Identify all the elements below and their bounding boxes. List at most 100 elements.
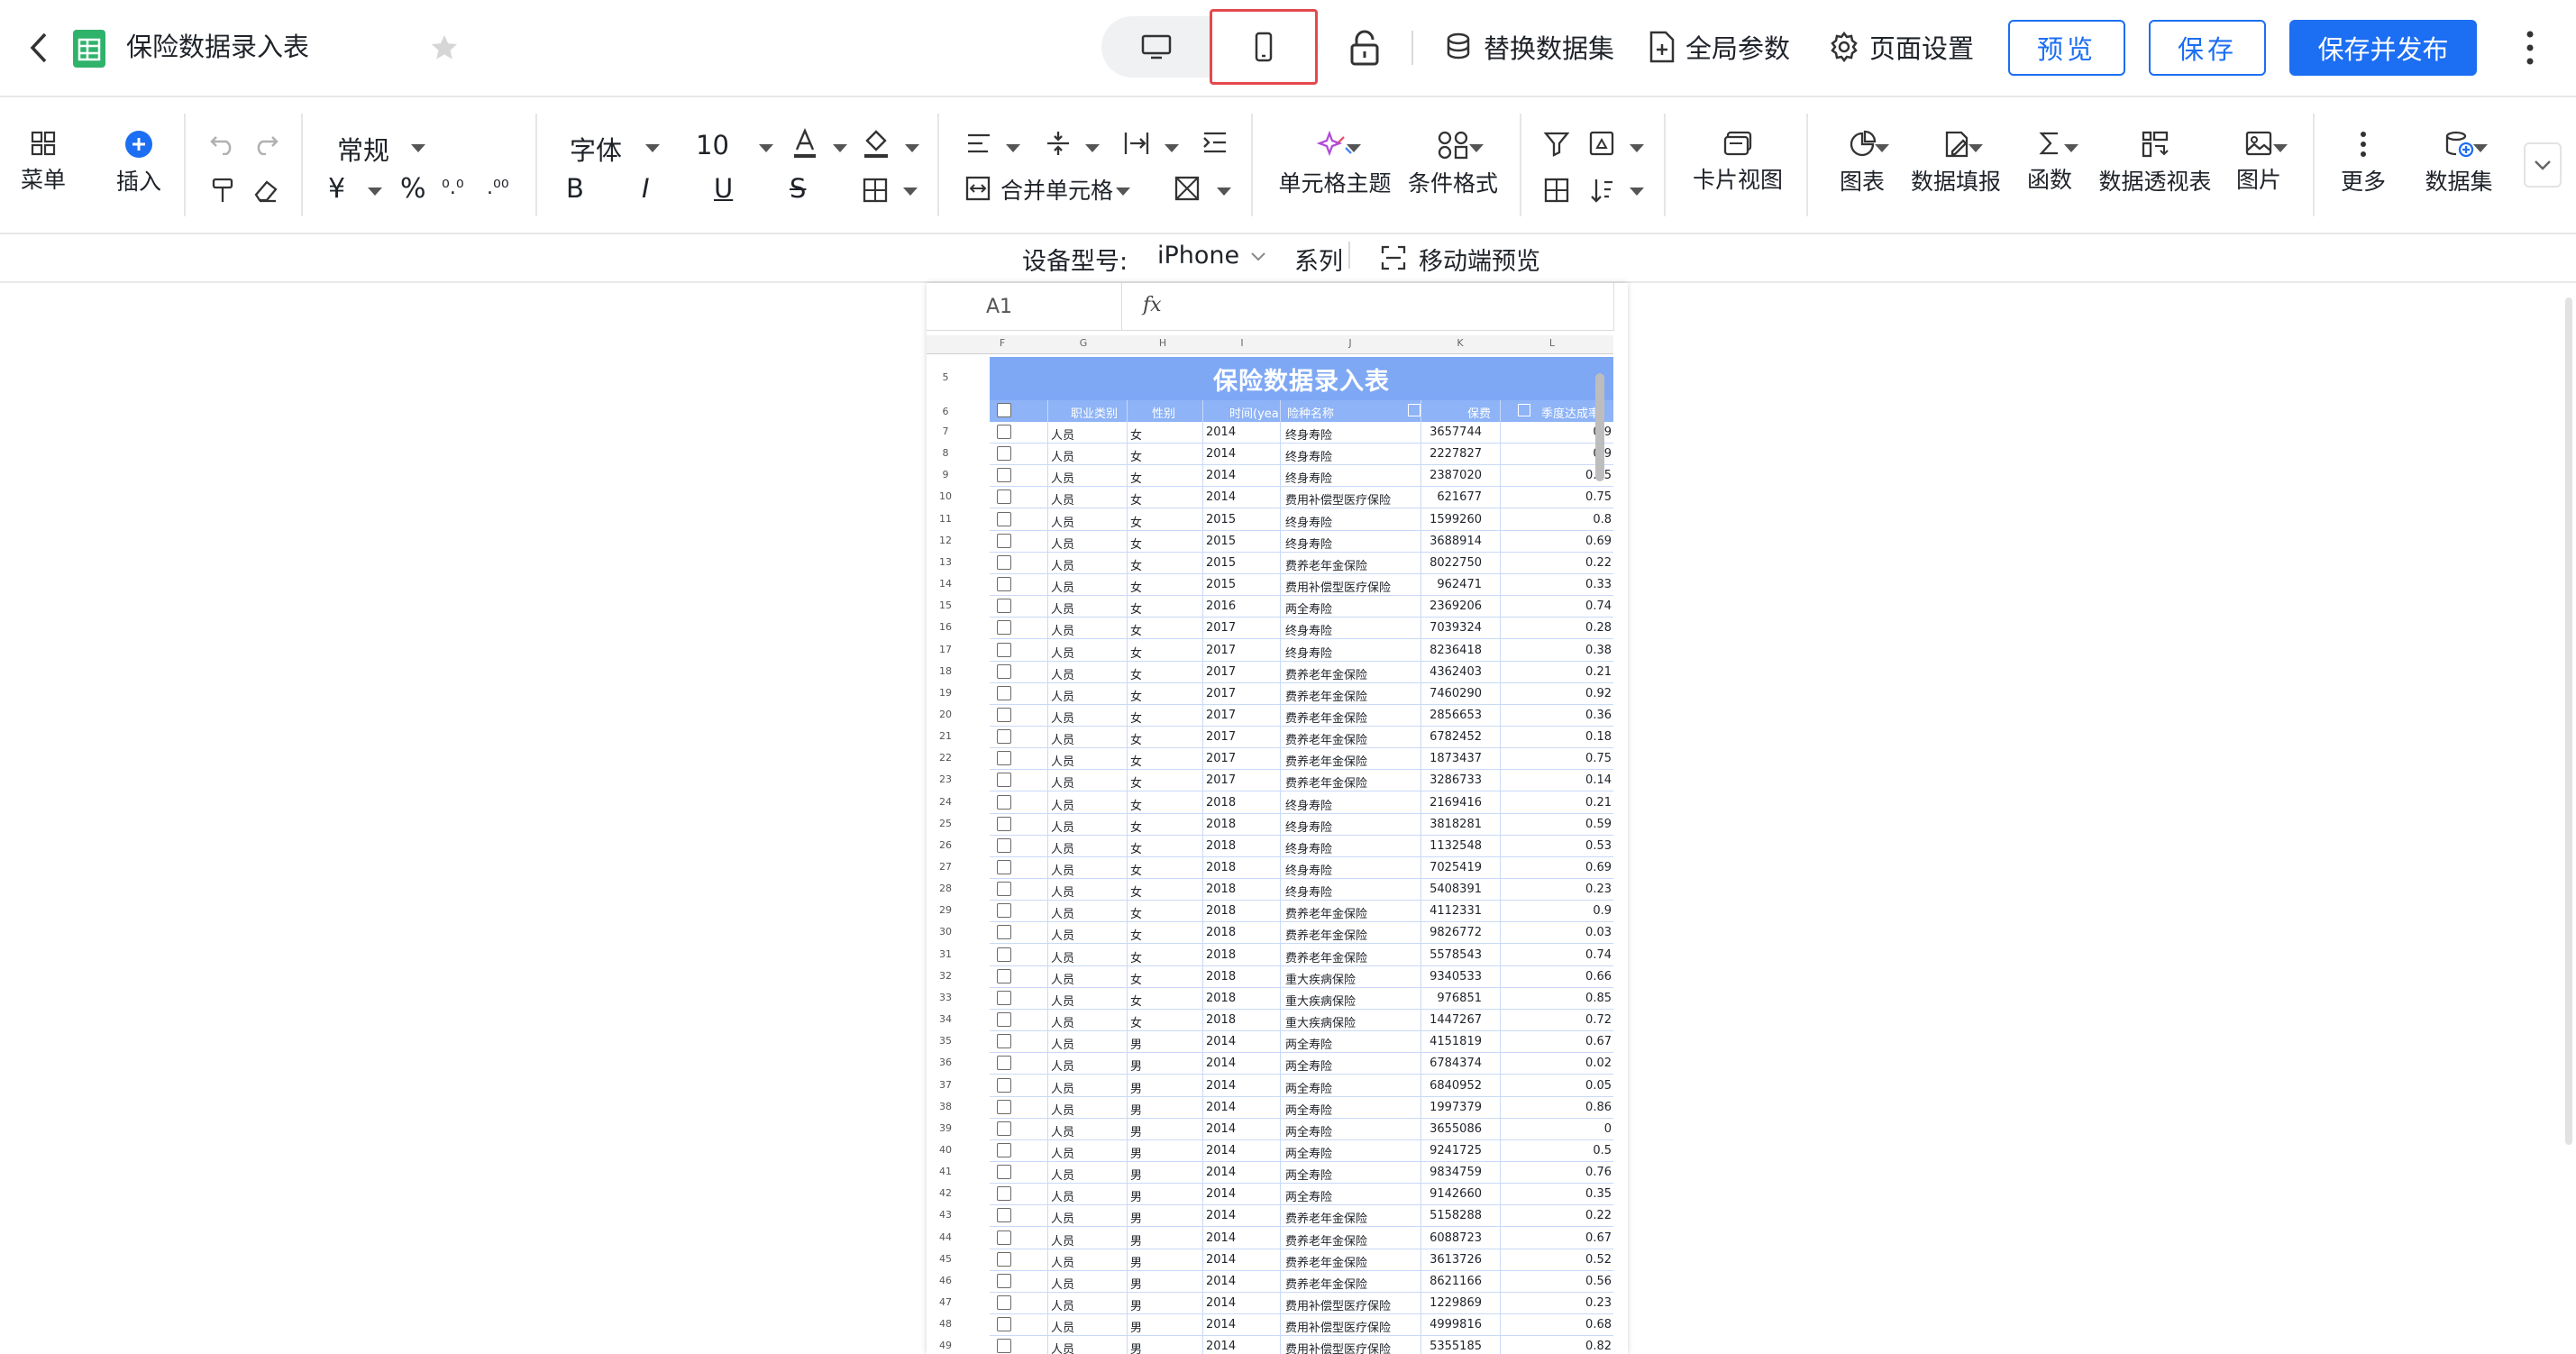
table-cell[interactable]: 女 [1130, 665, 1184, 682]
table-cell[interactable]: 费养老年金保险 [1285, 730, 1420, 747]
table-cell[interactable]: 费养老年金保险 [1285, 904, 1420, 921]
table-cell[interactable]: 7460290 [1426, 687, 1482, 700]
column-letter[interactable]: I [1240, 337, 1243, 349]
chevron-down-icon[interactable] [1006, 144, 1020, 152]
table-cell[interactable]: 2016 [1206, 599, 1260, 613]
table-cell[interactable]: 两全寿险 [1285, 1187, 1420, 1204]
table-cell[interactable]: 2018 [1206, 818, 1260, 831]
table-cell[interactable]: 2014 [1206, 1122, 1260, 1136]
table-cell[interactable]: 2014 [1206, 469, 1260, 482]
column-header[interactable]: 时间(yea [1229, 404, 1283, 421]
column-letter[interactable]: G [1080, 337, 1088, 349]
table-cell[interactable]: 0.35 [1503, 1187, 1612, 1201]
row-number[interactable]: 6 [937, 406, 954, 417]
table-cell[interactable]: 女 [1130, 621, 1184, 638]
row-checkbox[interactable] [997, 512, 1011, 526]
table-cell[interactable]: 人员 [1051, 1253, 1105, 1270]
table-cell[interactable]: 2014 [1206, 1253, 1260, 1267]
table-cell[interactable]: 两全寿险 [1285, 1101, 1420, 1118]
table-cell[interactable]: 人员 [1051, 818, 1105, 835]
table-cell[interactable]: 0.59 [1503, 818, 1612, 831]
table-cell[interactable]: 2014 [1206, 425, 1260, 439]
table-cell[interactable]: 终身寿险 [1285, 839, 1420, 856]
table-cell[interactable]: 终身寿险 [1285, 883, 1420, 900]
table-cell[interactable]: 费用补偿型医疗保险 [1285, 1318, 1420, 1335]
column-header[interactable]: 性别 [1152, 404, 1175, 421]
table-row[interactable]: 人员 女 2018 终身寿险 7025419 0.69 [990, 857, 1613, 879]
row-number[interactable]: 46 [937, 1275, 954, 1286]
save-button[interactable]: 保存 [2149, 20, 2266, 76]
table-cell[interactable]: 男 [1130, 1101, 1184, 1118]
menu-button[interactable]: 菜单 [18, 130, 69, 195]
table-cell[interactable]: 人员 [1051, 1013, 1105, 1030]
row-number[interactable]: 5 [937, 371, 954, 383]
table-cell[interactable]: 人员 [1051, 839, 1105, 856]
table-cell[interactable]: 终身寿险 [1285, 861, 1420, 878]
table-cell[interactable]: 人员 [1051, 644, 1105, 661]
merge-cells-icon[interactable] [964, 175, 991, 206]
table-cell[interactable]: 人员 [1051, 926, 1105, 943]
table-cell[interactable]: 7025419 [1426, 861, 1482, 874]
sort-icon[interactable] [1588, 177, 1615, 207]
table-cell[interactable]: 0.56 [1503, 1275, 1612, 1288]
table-row[interactable]: 人员 女 2018 终身寿险 3818281 0.59 [990, 814, 1613, 836]
table-cell[interactable]: 0.33 [1503, 578, 1612, 591]
table-row[interactable]: 人员 男 2014 费养老年金保险 5158288 0.22 [990, 1205, 1613, 1227]
table-cell[interactable]: 人员 [1051, 1340, 1105, 1354]
table-cell[interactable]: 人员 [1051, 1122, 1105, 1139]
table-cell[interactable]: 2015 [1206, 513, 1260, 526]
table-cell[interactable]: 2014 [1206, 1187, 1260, 1201]
row-number[interactable]: 12 [937, 535, 954, 546]
table-cell[interactable]: 费养老年金保险 [1285, 1275, 1420, 1292]
table-cell[interactable]: 0.9 [1503, 904, 1612, 918]
table-cell[interactable]: 女 [1130, 599, 1184, 617]
table-cell[interactable]: 2018 [1206, 948, 1260, 962]
row-number[interactable]: 8 [937, 447, 954, 459]
table-cell[interactable]: 2227827 [1426, 447, 1482, 461]
image-button[interactable]: 图片 [2230, 130, 2288, 195]
table-cell[interactable]: 2014 [1206, 1275, 1260, 1288]
row-number[interactable]: 41 [937, 1166, 954, 1177]
table-cell[interactable]: 费用补偿型医疗保险 [1285, 1340, 1420, 1354]
fill-color-icon[interactable] [862, 128, 891, 164]
row-checkbox[interactable] [997, 1208, 1011, 1222]
table-row[interactable]: 人员 男 2014 两全寿险 1997379 0.86 [990, 1097, 1613, 1119]
table-cell[interactable]: 2014 [1206, 1101, 1260, 1114]
row-number[interactable]: 16 [937, 621, 954, 633]
table-cell[interactable]: 终身寿险 [1285, 469, 1420, 486]
row-number[interactable]: 19 [937, 687, 954, 699]
select-all-checkbox[interactable] [997, 403, 1011, 417]
table-cell[interactable]: 4112331 [1426, 904, 1482, 918]
table-cell[interactable]: 男 [1130, 1057, 1184, 1074]
table-row[interactable]: 人员 女 2018 费养老年金保险 9826772 0.03 [990, 922, 1613, 944]
chevron-down-icon[interactable] [1969, 144, 1983, 152]
table-cell[interactable]: 人员 [1051, 1101, 1105, 1118]
table-cell[interactable]: 费养老年金保险 [1285, 687, 1420, 704]
table-row[interactable]: 人员 男 2014 两全寿险 3655086 0 [990, 1119, 1613, 1140]
table-cell[interactable]: 3657744 [1426, 425, 1482, 439]
row-number[interactable]: 37 [937, 1079, 954, 1091]
table-row[interactable]: 人员女2014终身寿险22278270.9 [990, 444, 1613, 465]
row-number[interactable]: 47 [937, 1296, 954, 1308]
table-cell[interactable]: 女 [1130, 796, 1184, 813]
row-checkbox[interactable] [997, 577, 1011, 591]
table-cell[interactable]: 终身寿险 [1285, 644, 1420, 661]
bold-icon[interactable]: B [566, 173, 584, 204]
table-cell[interactable]: 2018 [1206, 926, 1260, 939]
function-button[interactable]: 函数 [2021, 130, 2078, 195]
row-checkbox[interactable] [997, 489, 1011, 504]
font-color-icon[interactable] [791, 127, 818, 164]
table-cell[interactable]: 人员 [1051, 556, 1105, 573]
table-cell[interactable]: 人员 [1051, 1296, 1105, 1313]
mobile-preview-button[interactable]: 移动端预览 [1419, 242, 1540, 277]
row-checkbox[interactable] [997, 555, 1011, 570]
more-vertical-icon[interactable] [2518, 25, 2542, 70]
row-checkbox[interactable] [997, 599, 1011, 613]
row-checkbox[interactable] [997, 664, 1011, 679]
table-cell[interactable]: 女 [1130, 773, 1184, 791]
undo-icon[interactable] [209, 132, 236, 159]
table-cell[interactable]: 费养老年金保险 [1285, 1231, 1420, 1249]
chevron-down-icon[interactable] [411, 144, 425, 152]
table-cell[interactable]: 两全寿险 [1285, 1057, 1420, 1074]
row-checkbox[interactable] [997, 620, 1011, 635]
